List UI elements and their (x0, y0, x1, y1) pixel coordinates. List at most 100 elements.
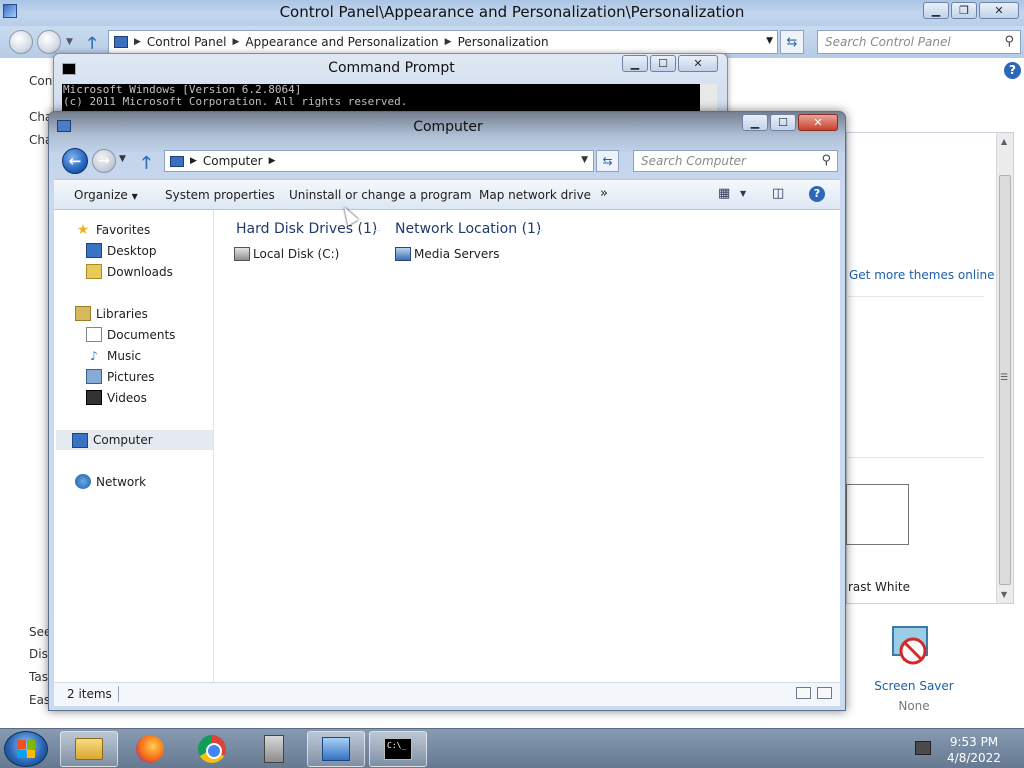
refresh-button[interactable]: ⇆ (780, 30, 804, 54)
maximize-button[interactable]: ☐ (650, 55, 676, 72)
preview-pane-icon[interactable]: ◫ (772, 186, 784, 201)
file-cabinet-icon (264, 735, 284, 763)
nav-label: Network (96, 474, 147, 489)
more-commands-button[interactable]: » (600, 186, 608, 201)
explorer-address-bar[interactable]: ▶ Computer ▶ ▼ (164, 150, 594, 172)
scroll-up-icon[interactable]: ▲ (1001, 137, 1007, 146)
recent-pages-chevron-icon[interactable]: ▼ (119, 154, 126, 164)
map-network-drive-button[interactable]: Map network drive (479, 188, 591, 202)
breadcrumb-separator-icon[interactable]: ▶ (269, 156, 276, 166)
refresh-button[interactable]: ⇆ (596, 150, 619, 172)
system-properties-button[interactable]: System properties (165, 188, 275, 202)
search-icon[interactable]: ⚲ (821, 153, 831, 168)
screen-saver-link[interactable]: Screen Saver (869, 679, 959, 693)
taskbar-explorer-button[interactable] (60, 731, 118, 767)
group-network-location[interactable]: Network Location (1) (395, 221, 541, 237)
media-servers-item[interactable]: Media Servers (395, 247, 499, 261)
close-button[interactable]: ✕ (798, 114, 838, 131)
left-link-ease[interactable]: Eas (29, 693, 50, 707)
taskbar-control-panel-button[interactable] (307, 731, 365, 767)
nav-desktop[interactable]: Desktop (86, 243, 157, 258)
group-hard-disk-drives[interactable]: Hard Disk Drives (1) (236, 221, 377, 237)
windows-logo-icon (17, 740, 35, 758)
search-icon[interactable]: ⚲ (1004, 34, 1014, 49)
taskbar-firefox-button[interactable] (121, 731, 179, 767)
maximize-button[interactable]: ☐ (770, 114, 796, 131)
nav-downloads[interactable]: Downloads (86, 264, 173, 279)
navigation-pane: ★ Favorites Desktop Downloads Libraries D… (54, 210, 214, 682)
nav-network[interactable]: Network (75, 474, 146, 489)
nav-videos[interactable]: Videos (86, 390, 147, 405)
computer-explorer-window[interactable]: Computer ▁ ☐ ✕ ← → ▼ 🡑 ▶ Computer ▶ ▼ ⇆ … (48, 111, 846, 711)
clock-time: 9:53 PM (949, 735, 999, 749)
search-computer-input[interactable]: Search Computer ⚲ (633, 150, 838, 172)
local-disk-item[interactable]: Local Disk (C:) (234, 247, 339, 261)
breadcrumb-separator-icon[interactable]: ▶ (134, 37, 141, 47)
taskbar-cmd-button[interactable]: C:\_ (369, 731, 427, 767)
screen-saver-icon[interactable] (889, 623, 935, 669)
close-button[interactable]: ✕ (678, 55, 718, 72)
network-tray-icon[interactable] (915, 741, 931, 755)
breadcrumb-separator-icon[interactable]: ▶ (233, 37, 240, 47)
explorer-title: Computer (413, 119, 483, 135)
help-icon[interactable]: ? (809, 186, 825, 202)
up-arrow-icon[interactable]: 🡑 (142, 150, 151, 179)
taskbar-chrome-button[interactable] (183, 731, 241, 767)
organize-button[interactable]: Organize ▼ (74, 188, 138, 202)
nav-favorites[interactable]: ★ Favorites (75, 222, 151, 238)
nav-label: Favorites (96, 222, 151, 237)
close-button[interactable]: ✕ (979, 2, 1019, 19)
theme-thumbnail[interactable] (846, 484, 909, 545)
status-divider (118, 686, 119, 702)
control-panel-caption-buttons: ▁ ❐ ✕ (923, 2, 1019, 19)
view-options-chevron-icon[interactable]: ▼ (740, 189, 746, 198)
scroll-grip-icon: ☰ (1000, 373, 1009, 383)
control-panel-titlebar[interactable]: Control Panel\Appearance and Personaliza… (0, 0, 1024, 26)
videos-icon (86, 390, 102, 405)
breadcrumb-computer[interactable]: Computer (203, 154, 263, 168)
restore-button[interactable]: ❐ (951, 2, 977, 19)
back-button[interactable]: ← (62, 148, 88, 174)
start-button[interactable] (4, 731, 48, 767)
control-panel-title: Control Panel\Appearance and Personaliza… (279, 3, 745, 21)
forward-button[interactable]: → (92, 149, 116, 173)
address-dropdown-icon[interactable]: ▼ (581, 155, 588, 165)
clock[interactable]: 9:53 PM 4/8/2022 (940, 734, 1008, 766)
group-divider (537, 230, 543, 231)
taskbar-cabinet-button[interactable] (245, 731, 303, 767)
breadcrumb-appearance[interactable]: Appearance and Personalization (245, 35, 438, 49)
divider (848, 296, 984, 297)
control-panel-icon (322, 737, 350, 761)
details-view-icon[interactable] (796, 687, 811, 699)
recent-pages-chevron-icon[interactable]: ▼ (66, 37, 73, 47)
breadcrumb-separator-icon[interactable]: ▶ (445, 37, 452, 47)
nav-pictures[interactable]: Pictures (86, 369, 155, 384)
theme-name-label[interactable]: rast White (848, 580, 910, 594)
back-button[interactable] (9, 30, 33, 54)
change-view-icon[interactable]: ▦ (718, 186, 730, 201)
nav-documents[interactable]: Documents (86, 327, 175, 342)
nav-label: Downloads (107, 264, 173, 279)
minimize-button[interactable]: ▁ (622, 55, 648, 72)
breadcrumb-personalization[interactable]: Personalization (458, 35, 549, 49)
large-icons-view-icon[interactable] (817, 687, 832, 699)
themes-scrollbar[interactable]: ▲ ☰ ▼ (996, 133, 1013, 603)
address-bar[interactable]: ▶ Control Panel ▶ Appearance and Persona… (108, 30, 778, 54)
breadcrumb-separator-icon[interactable]: ▶ (190, 156, 197, 166)
uninstall-program-button[interactable]: Uninstall or change a program (289, 188, 472, 202)
scroll-down-icon[interactable]: ▼ (1001, 590, 1007, 599)
nav-libraries[interactable]: Libraries (75, 306, 148, 321)
search-control-panel-input[interactable]: Search Control Panel ⚲ (817, 30, 1021, 54)
minimize-button[interactable]: ▁ (923, 2, 949, 19)
nav-computer[interactable]: Computer (56, 430, 213, 450)
forward-button[interactable] (37, 30, 61, 54)
downloads-icon (86, 264, 102, 279)
left-link-taskbar[interactable]: Tas (29, 670, 48, 684)
nav-music[interactable]: ♪ Music (86, 348, 141, 363)
network-icon (75, 474, 91, 489)
address-dropdown-icon[interactable]: ▼ (766, 36, 773, 46)
breadcrumb-control-panel[interactable]: Control Panel (147, 35, 227, 49)
get-more-themes-link[interactable]: Get more themes online (849, 268, 995, 282)
minimize-button[interactable]: ▁ (742, 114, 768, 131)
help-icon[interactable]: ? (1004, 62, 1021, 79)
